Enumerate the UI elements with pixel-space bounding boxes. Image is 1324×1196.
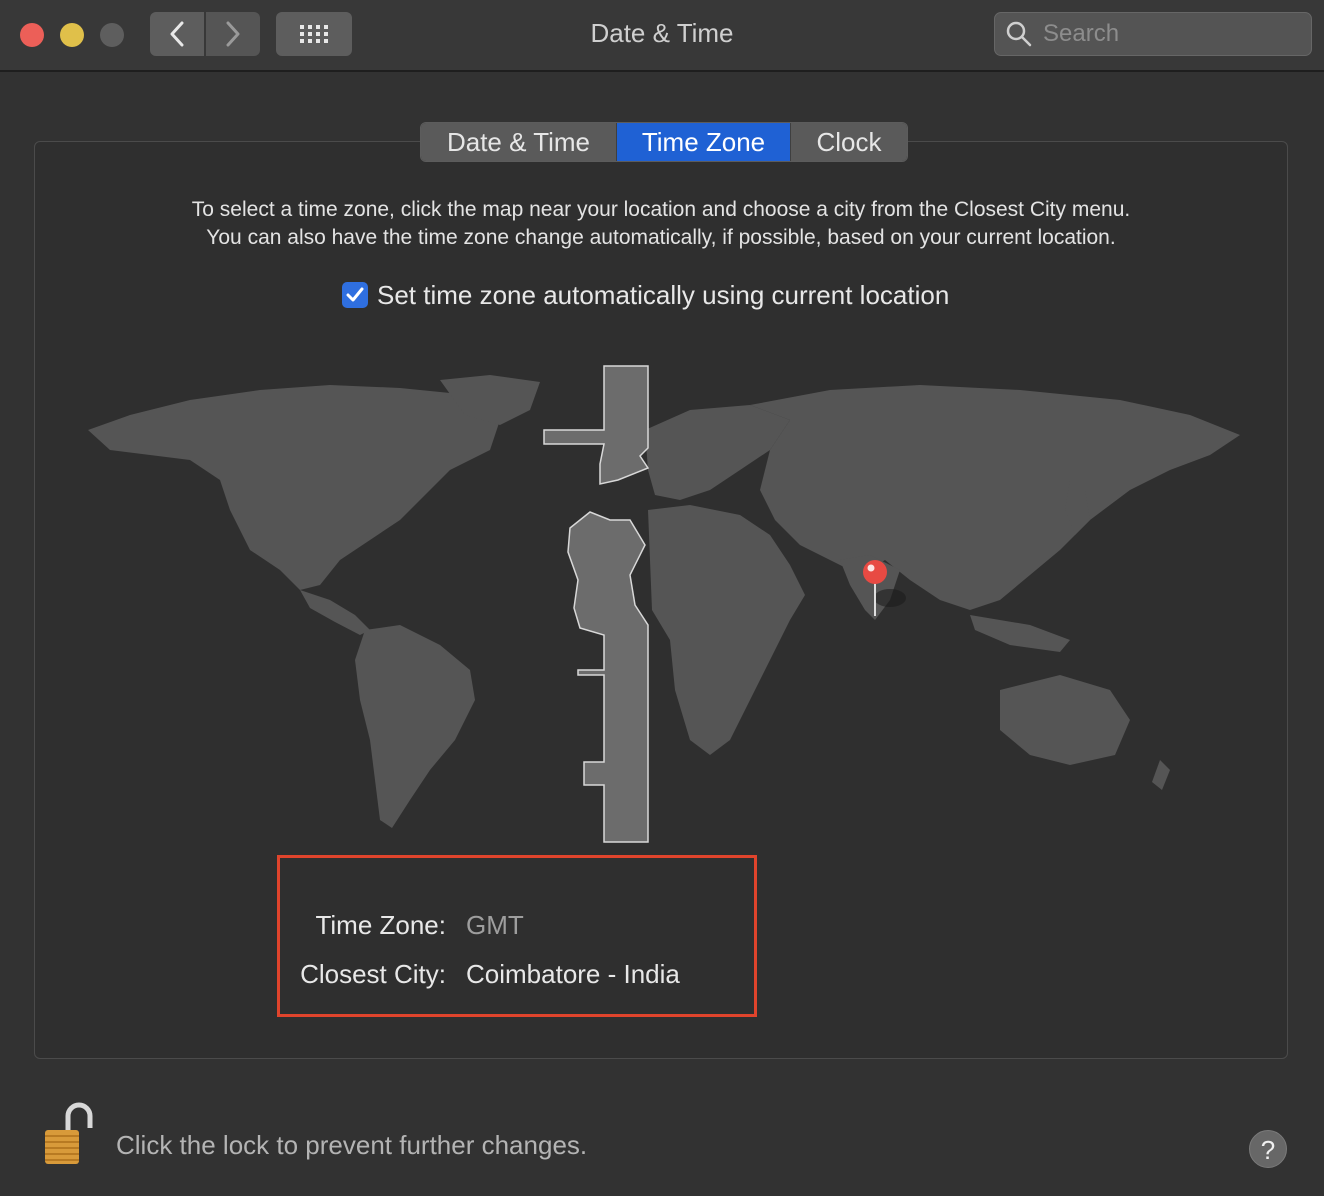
closest-city-label: Closest City:	[300, 959, 446, 989]
instructions-line-2: You can also have the time zone change a…	[206, 226, 1116, 249]
tab-time-zone[interactable]: Time Zone	[617, 123, 791, 161]
search-icon	[1006, 21, 1032, 47]
auto-timezone-label: Set time zone automatically using curren…	[377, 279, 950, 310]
title-bar: Date & Time	[0, 0, 1324, 72]
timezone-info-box: Time Zone: GMT Closest City: Coimbatore …	[277, 855, 757, 1017]
tab-clock[interactable]: Clock	[791, 123, 907, 161]
world-map[interactable]	[70, 360, 1260, 850]
timezone-value: GMT	[466, 910, 524, 940]
search-field[interactable]	[994, 12, 1312, 56]
instructions-line-1: To select a time zone, click the map nea…	[191, 198, 1131, 221]
auto-timezone-option[interactable]: Set time zone automatically using curren…	[342, 280, 949, 310]
auto-timezone-checkbox[interactable]	[342, 282, 368, 308]
checkmark-icon	[346, 287, 364, 302]
tab-date-time[interactable]: Date & Time	[421, 123, 617, 161]
lock-status-text: Click the lock to prevent further change…	[116, 1130, 588, 1160]
continents	[88, 375, 1240, 828]
tab-bar: Date & Time Time Zone Clock	[420, 122, 908, 162]
timezone-label: Time Zone:	[315, 910, 446, 940]
help-button[interactable]: ?	[1249, 1130, 1287, 1168]
closest-city-value[interactable]: Coimbatore - India	[466, 959, 680, 990]
unlocked-lock-icon[interactable]	[42, 1102, 94, 1168]
selected-timezone-band	[543, 365, 650, 843]
search-input[interactable]	[1041, 19, 1295, 49]
